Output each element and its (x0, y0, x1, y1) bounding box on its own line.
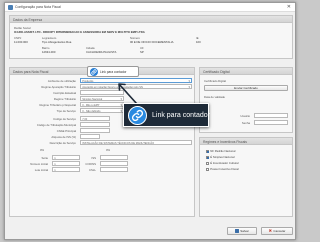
label-usuario: Usuário (240, 114, 250, 118)
numero-inicial-input[interactable]: 1 (52, 161, 80, 166)
link-icon (90, 67, 98, 76)
regimes-group-title: Regimes e Incentivos Fiscais (200, 138, 292, 145)
label-tributacao-municipal: Código de Tributação Municipal (36, 123, 76, 127)
link-contador-button[interactable]: Link para contador (87, 66, 139, 77)
label-ambiente: Ambiente de utilização (47, 79, 76, 83)
validity-label: Data de validade (204, 95, 225, 99)
checkbox-incentivador-label: É Incentivador Cultural (210, 161, 239, 165)
save-icon (235, 229, 239, 233)
certificate-group-title: Certificado Digital (200, 68, 292, 75)
codigo-servico-input[interactable]: 7.00 (80, 116, 110, 121)
label-codigo-servico: Código de Serviço (53, 117, 76, 121)
senha-input[interactable] (254, 120, 288, 125)
label-lote-inicial: Lote inicial (34, 168, 48, 172)
app-icon (8, 5, 13, 10)
nfe-group: Dados para Nota Fiscal Ambiente de utili… (9, 67, 195, 217)
tipo-servico-select[interactable]: 0 - Não definido (80, 108, 124, 113)
title-bar: Configuração para Nota Fiscal ✕ (5, 3, 295, 12)
label-tipo-servico: Tipo de Serviço (56, 109, 76, 113)
descricao-input[interactable]: INSTALAÇÃO DE SISTEMAS TÉCNICOS DE MANUT… (80, 140, 192, 145)
serie-input[interactable]: 1 (52, 155, 80, 160)
window-title: Configuração para Nota Fiscal (15, 5, 61, 9)
certificate-sub: Certificado Digital (204, 79, 226, 83)
cancel-button[interactable]: ✖ Cancelar (261, 227, 293, 235)
label-regime-especial: Regime Tributário p/ Especial (39, 103, 76, 107)
checkbox-simples-label: É Simples Nacional (210, 155, 235, 159)
value-razao: ICARO-ASSIST. LTD - DROOPY INTERMEDIACAO… (14, 30, 145, 34)
arrow-icon (118, 83, 138, 105)
save-label: Salvar (240, 229, 249, 233)
cofins-input[interactable] (100, 161, 128, 166)
pct-a: 0% (40, 148, 45, 152)
iss-input[interactable] (100, 155, 128, 160)
label-cofins: COFINS (85, 162, 96, 166)
company-group-title: Dados da Empresa (10, 16, 292, 23)
label-ie-nfe: Inscrição Estadual (53, 91, 76, 95)
company-group: Dados da Empresa Razão Social ICARO-ASSI… (9, 15, 293, 59)
checkbox-incentivo-fiscal[interactable]: Possui Incentivo Fiscal (206, 167, 239, 171)
tooltip-label: Link para contador (152, 111, 210, 119)
value-uf: SP (140, 50, 144, 54)
value-cidade: CACHOEIRA PAULISTA (86, 50, 117, 54)
checkbox-incentivador-box (206, 161, 209, 165)
checkbox-simples-nacional[interactable]: É Simples Nacional (206, 155, 234, 159)
label-regime-apuracao: Regime Apuração Tributário (41, 85, 76, 89)
checkbox-incentivo-box (206, 167, 209, 171)
link-icon-large (128, 105, 147, 125)
send-certificate-button[interactable]: Enviar Certificado (204, 85, 288, 91)
cancel-icon: ✖ (268, 228, 272, 233)
link-contador-label: Link para contador (100, 69, 127, 74)
label-numero-inicial: Número inicial (30, 162, 48, 166)
lote-inicial-input[interactable]: 1 (52, 167, 80, 172)
cancel-label: Cancelar (273, 229, 286, 233)
aliquota-input[interactable] (80, 134, 100, 139)
checkbox-simples-box (206, 155, 209, 159)
label-iss: ISS (91, 156, 96, 160)
label-senha: Senha (241, 121, 250, 125)
checkbox-nf-padrao-box (206, 149, 209, 153)
tributacao-municipal-input[interactable] (80, 122, 110, 127)
label-aliquota: Alíquota de ISS (%) (51, 135, 76, 139)
label-csll: CSLL (89, 168, 96, 172)
value-logradouro: Tipo Abragentarius Rua (42, 40, 72, 44)
certificate-group: Certificado Digital Certificado Digital … (199, 67, 293, 133)
csll-input[interactable] (100, 167, 128, 172)
send-certificate-label: Enviar Certificado (234, 86, 258, 90)
checkbox-incentivador-cultural[interactable]: É Incentivador Cultural (206, 161, 238, 165)
checkbox-nf-padrao-label: NF Padrão Nacional (210, 149, 236, 153)
label-regime: Regime Tributário (53, 97, 76, 101)
label-serie: Série (41, 156, 48, 160)
link-contador-tooltip: Link para contador (123, 103, 210, 127)
checkbox-incentivo-label: Possui Incentivo Fiscal (210, 167, 239, 171)
cnae-input[interactable] (80, 128, 110, 133)
value-cnpj: 11.000.000 (14, 40, 28, 44)
close-icon[interactable]: ✕ (287, 4, 291, 10)
pct-b: 0% (106, 148, 111, 152)
checkbox-nf-padrao[interactable]: NF Padrão Nacional (206, 149, 235, 153)
regimes-group: Regimes e Incentivos Fiscais NF Padrão N… (199, 137, 293, 217)
value-numero: 00 E DE OFICIO DOCEMENTALIA (130, 40, 174, 44)
label-descricao: Descrição de Serviço (49, 141, 76, 145)
label-cnae: CNAE Principal (56, 129, 76, 133)
value-ie: 100 (196, 40, 201, 44)
save-button[interactable]: Salvar (227, 227, 257, 235)
usuario-input[interactable] (254, 113, 288, 118)
value-cep: 12634-000 (42, 50, 56, 54)
